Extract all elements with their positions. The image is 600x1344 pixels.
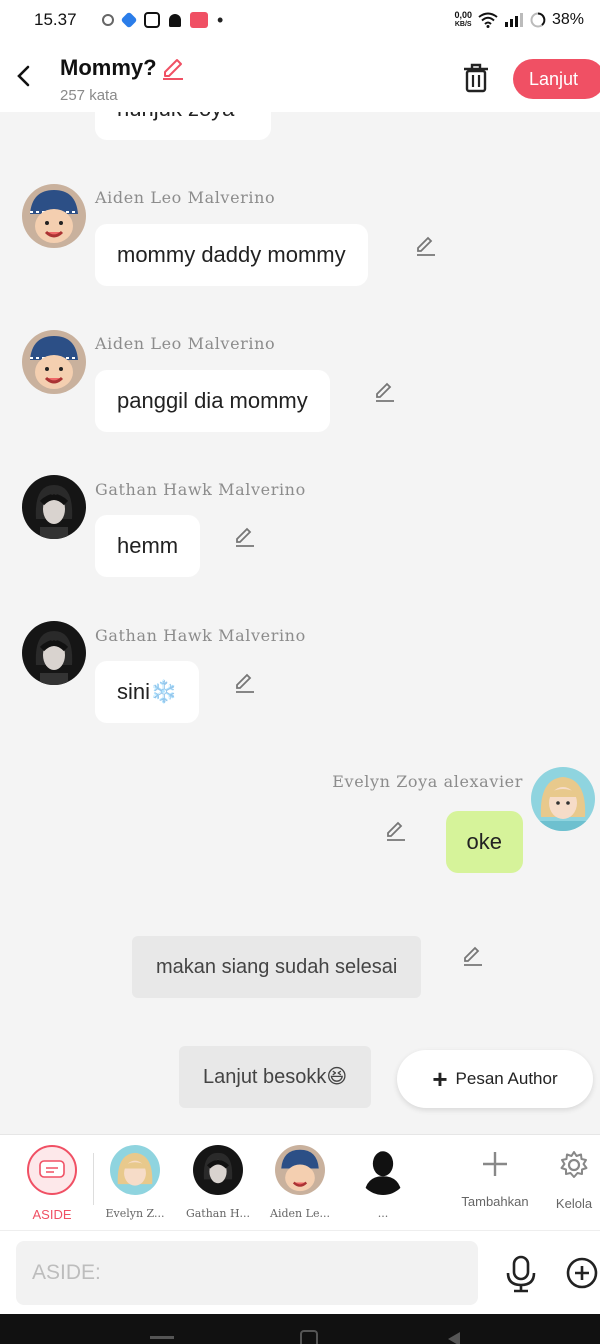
battery-level: 38% bbox=[551, 11, 584, 28]
avatar-gathan[interactable] bbox=[22, 475, 86, 539]
edit-message-icon[interactable] bbox=[373, 380, 397, 404]
character-unknown[interactable]: ... bbox=[344, 1145, 422, 1220]
sender-name: Evelyn Zoya alexavier bbox=[332, 772, 523, 791]
edit-title-icon[interactable] bbox=[160, 56, 186, 82]
app-icon bbox=[120, 11, 138, 29]
avatar-aiden-image bbox=[22, 184, 86, 248]
notification-icons: • bbox=[102, 10, 223, 31]
back-icon[interactable] bbox=[12, 62, 36, 90]
add-circle-icon[interactable] bbox=[566, 1257, 598, 1289]
character-name: ASIDE bbox=[32, 1207, 72, 1222]
sender-name: Gathan Hawk Malverino bbox=[95, 626, 306, 645]
author-message-label: Pesan Author bbox=[455, 1069, 558, 1088]
narration-bubble[interactable]: Lanjut besokk😆 bbox=[179, 1046, 372, 1108]
bell-icon bbox=[169, 13, 181, 27]
narration-bubble[interactable]: makan siang sudah selesai bbox=[132, 936, 422, 998]
character-aiden[interactable]: Aiden Le... bbox=[261, 1145, 339, 1220]
edit-message-icon[interactable] bbox=[414, 234, 438, 258]
manage-label: Kelola bbox=[555, 1196, 593, 1211]
back-nav-icon[interactable] bbox=[448, 1332, 460, 1344]
signal-icon bbox=[504, 13, 523, 27]
recents-nav-icon[interactable] bbox=[150, 1336, 174, 1339]
character-name: ... bbox=[377, 1207, 389, 1220]
word-count: 257 kata bbox=[60, 87, 118, 104]
next-button[interactable]: Lanjut bbox=[513, 59, 600, 99]
avatar-gathan[interactable] bbox=[22, 621, 86, 685]
dot-icon: • bbox=[217, 9, 224, 30]
edit-message-icon[interactable] bbox=[233, 671, 257, 695]
avatar-evelyn-image bbox=[531, 767, 595, 831]
message-bubble[interactable]: oke bbox=[445, 811, 523, 873]
avatar-gathan-image bbox=[22, 621, 86, 685]
home-nav-icon[interactable] bbox=[300, 1330, 318, 1344]
avatar-aiden[interactable] bbox=[22, 330, 86, 394]
battery-icon bbox=[530, 12, 546, 28]
message-bubble[interactable]: mommy daddy mommy bbox=[95, 224, 368, 286]
edit-message-icon[interactable] bbox=[461, 944, 485, 968]
manage-button[interactable]: Kelola bbox=[548, 1149, 600, 1211]
avatar-gathan-image bbox=[22, 475, 86, 539]
avatar-aiden bbox=[275, 1145, 325, 1195]
add-character-button[interactable]: Tambahkan bbox=[461, 1149, 529, 1209]
net-speed: 0,00 KB/S bbox=[454, 10, 472, 29]
character-name: Aiden Le... bbox=[270, 1207, 330, 1220]
author-message-button[interactable]: + Pesan Author bbox=[397, 1050, 593, 1108]
sender-name: Gathan Hawk Malverino bbox=[95, 480, 306, 499]
character-name: Gathan H... bbox=[185, 1207, 251, 1220]
avatar-aiden[interactable] bbox=[22, 184, 86, 248]
status-time: 15.37 bbox=[34, 10, 77, 29]
system-nav-bar bbox=[0, 1314, 600, 1344]
message-bubble[interactable]: hemm bbox=[95, 515, 201, 577]
message-bubble[interactable]: nunjuk zoya bbox=[95, 112, 271, 140]
status-right: 0,00 KB/S 38% bbox=[454, 11, 584, 29]
character-aside[interactable]: ASIDE bbox=[13, 1145, 91, 1222]
avatar-evelyn[interactable] bbox=[531, 767, 595, 831]
character-gathan[interactable]: Gathan H... bbox=[179, 1145, 257, 1220]
network-icon bbox=[102, 14, 114, 26]
app-badge-icon bbox=[190, 12, 208, 28]
header: Mommy? 257 kata Lanjut bbox=[0, 40, 600, 112]
message-bubble[interactable]: sini❄️ bbox=[95, 661, 200, 723]
message-input[interactable] bbox=[16, 1241, 478, 1305]
plus-icon bbox=[483, 1152, 507, 1176]
avatar-evelyn bbox=[110, 1145, 160, 1195]
trash-icon[interactable] bbox=[460, 62, 492, 94]
sender-name: Aiden Leo Malverino bbox=[95, 188, 276, 207]
microphone-icon[interactable] bbox=[504, 1255, 538, 1293]
chat-area[interactable]: nunjuk zoya Aiden Leo Malverino mommy da… bbox=[0, 112, 600, 1134]
aside-icon bbox=[27, 1145, 77, 1195]
instagram-icon bbox=[144, 12, 160, 28]
edit-message-icon[interactable] bbox=[233, 525, 257, 549]
add-label: Tambahkan bbox=[461, 1194, 529, 1209]
status-bar: 15.37 • 0,00 KB/S 38% bbox=[0, 0, 600, 40]
edit-message-icon[interactable] bbox=[384, 819, 408, 843]
character-name: Evelyn Z... bbox=[105, 1207, 165, 1220]
character-evelyn[interactable]: Evelyn Z... bbox=[96, 1145, 174, 1220]
character-bar: ASIDE Evelyn Z... Gathan H... Aiden Le..… bbox=[0, 1134, 600, 1230]
message-bubble[interactable]: panggil dia mommy bbox=[95, 370, 330, 432]
page-title: Mommy? bbox=[60, 55, 157, 80]
avatar-aiden-image bbox=[22, 330, 86, 394]
divider bbox=[93, 1153, 94, 1205]
avatar-gathan bbox=[193, 1145, 243, 1195]
sender-name: Aiden Leo Malverino bbox=[95, 334, 276, 353]
gear-icon bbox=[560, 1151, 588, 1178]
wifi-icon bbox=[478, 12, 498, 28]
plus-icon: + bbox=[432, 1064, 448, 1094]
avatar-silhouette bbox=[358, 1145, 408, 1195]
input-bar bbox=[0, 1230, 600, 1314]
